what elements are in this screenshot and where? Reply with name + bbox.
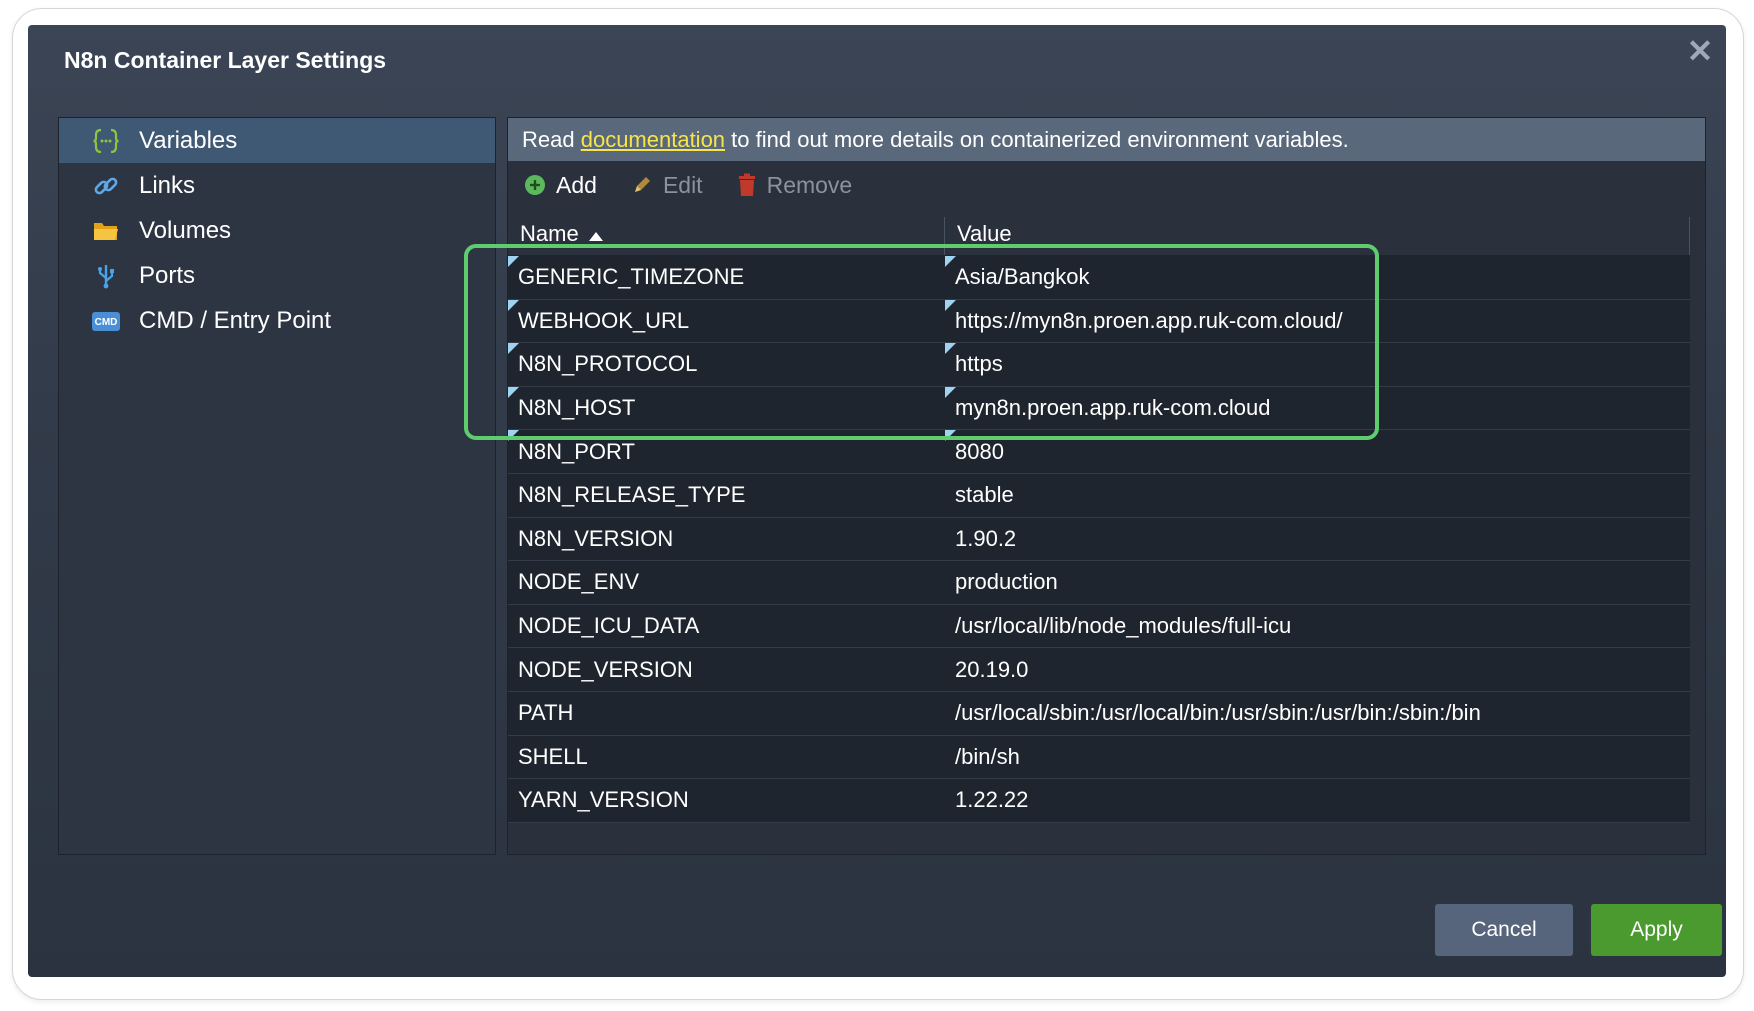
- variable-value-cell: https: [945, 343, 1690, 386]
- variable-value-cell: myn8n.proen.app.ruk-com.cloud: [945, 386, 1690, 430]
- table-row[interactable]: SHELL/bin/sh: [508, 735, 1690, 780]
- variable-value-cell: 20.19.0: [955, 656, 1029, 682]
- table-row[interactable]: WEBHOOK_URL https://myn8n.proen.app.ruk-c…: [508, 299, 1690, 344]
- sidebar-item-label: Links: [139, 171, 196, 199]
- variable-name-cell: NODE_ENV: [518, 569, 640, 595]
- variable-name-cell: NODE_ICU_DATA: [518, 613, 700, 639]
- table-row[interactable]: GENERIC_TIMEZONE Asia/Bangkok: [508, 256, 1690, 300]
- cmd-icon: CMD: [91, 306, 121, 336]
- table-row[interactable]: NODE_VERSION 20.19.0: [508, 648, 1690, 692]
- table-row[interactable]: NODE_ENV production: [508, 561, 1690, 605]
- remove-button[interactable]: Remove: [737, 171, 853, 199]
- variable-name-cell: SHELL: [518, 743, 588, 769]
- table-row[interactable]: N8N_PROTOCOL https: [508, 343, 1690, 387]
- table-row[interactable]: N8N_PORT 8080: [508, 430, 1690, 474]
- table-row[interactable]: NODE_ICU_DATA/usr/local/lib/node_modules…: [508, 604, 1690, 649]
- table-row[interactable]: YARN_VERSION 1.22.22: [508, 779, 1690, 823]
- info-text-prefix: Read: [522, 126, 581, 152]
- variables-table-body: GENERIC_TIMEZONE Asia/Bangkok WEBHOOK_URL h…: [508, 256, 1690, 823]
- remove-label: Remove: [766, 171, 853, 198]
- settings-dialog: N8n Container Layer Settings ✕ Variables…: [28, 25, 1726, 977]
- svg-text:CMD: CMD: [95, 317, 118, 328]
- table-row[interactable]: N8N_RELEASE_TYPE stable: [508, 473, 1690, 518]
- variable-name-cell: N8N_PROTOCOL: [508, 343, 945, 386]
- sidebar-item-volumes[interactable]: Volumes: [59, 208, 495, 253]
- apply-button[interactable]: Apply: [1591, 904, 1722, 956]
- sidebar-item-cmd-entry-point[interactable]: CMD CMD / Entry Point: [59, 298, 495, 343]
- link-icon: [91, 171, 121, 201]
- usb-port-icon: [91, 261, 121, 291]
- variable-value-cell: https://myn8n.proen.app.ruk-com.cloud/: [945, 299, 1690, 343]
- variable-name-cell: WEBHOOK_URL: [508, 299, 945, 343]
- sidebar-item-ports[interactable]: Ports: [59, 253, 495, 298]
- variables-panel: Read documentation to find out more deta…: [507, 117, 1706, 855]
- variable-name-cell: N8N_VERSION: [518, 525, 674, 551]
- variable-value-cell: production: [955, 569, 1058, 595]
- variable-value-cell: 8080: [945, 430, 1690, 473]
- sidebar-item-label: Volumes: [139, 216, 232, 244]
- variable-value-cell: 1.90.2: [955, 525, 1017, 551]
- variable-value-cell: /usr/local/lib/node_modules/full-icu: [955, 613, 1292, 639]
- variable-name-cell: N8N_RELEASE_TYPE: [518, 482, 746, 508]
- add-circle-icon: [524, 174, 546, 196]
- close-icon[interactable]: ✕: [1686, 35, 1714, 67]
- variable-value-cell: Asia/Bangkok: [945, 256, 1690, 299]
- settings-sidebar: Variables Links Volumes Ports CMD CMD / …: [58, 117, 496, 855]
- sort-ascending-icon: [588, 232, 603, 241]
- cancel-button[interactable]: Cancel: [1435, 904, 1573, 956]
- table-row[interactable]: PATH/usr/local/sbin:/usr/local/bin:/usr/…: [508, 691, 1690, 736]
- variable-name-cell: YARN_VERSION: [518, 787, 689, 813]
- sidebar-item-variables[interactable]: Variables: [59, 118, 495, 163]
- pencil-icon: [631, 174, 653, 196]
- dialog-title: N8n Container Layer Settings: [64, 47, 387, 73]
- table-row[interactable]: N8N_VERSION 1.90.2: [508, 517, 1690, 562]
- variable-value-cell: stable: [955, 482, 1014, 508]
- toolbar: Add Edit Remove: [508, 161, 1705, 209]
- variable-name-cell: NODE_VERSION: [518, 656, 693, 682]
- variable-name-cell: N8N_PORT: [508, 430, 945, 473]
- variable-value-cell: 1.22.22: [955, 787, 1029, 813]
- table-row[interactable]: N8N_HOST myn8n.proen.app.ruk-com.cloud: [508, 386, 1690, 431]
- add-label: Add: [556, 171, 597, 198]
- variables-braces-icon: [91, 126, 121, 156]
- info-bar: Read documentation to find out more deta…: [508, 118, 1705, 161]
- table-header: Name Value: [508, 209, 1690, 256]
- edit-label: Edit: [662, 171, 703, 198]
- sidebar-item-links[interactable]: Links: [59, 163, 495, 208]
- variable-name-cell: N8N_HOST: [508, 386, 945, 430]
- sidebar-item-label: Ports: [139, 261, 196, 289]
- folder-icon: [91, 216, 121, 246]
- trash-icon: [737, 173, 757, 197]
- sidebar-item-label: CMD / Entry Point: [139, 306, 332, 334]
- variable-name-cell: PATH: [518, 700, 574, 726]
- add-button[interactable]: Add: [524, 172, 597, 199]
- variable-value-cell: /bin/sh: [955, 743, 1020, 769]
- column-header-name[interactable]: Name: [508, 217, 945, 255]
- sidebar-item-label: Variables: [139, 126, 238, 154]
- variable-name-cell: GENERIC_TIMEZONE: [508, 256, 945, 299]
- documentation-link[interactable]: documentation: [581, 127, 725, 153]
- edit-button[interactable]: Edit: [631, 172, 703, 199]
- variable-value-cell: /usr/local/sbin:/usr/local/bin:/usr/sbin…: [955, 700, 1481, 726]
- info-text-suffix: to find out more details on containerize…: [725, 126, 1349, 152]
- column-header-value[interactable]: Value: [945, 217, 1690, 255]
